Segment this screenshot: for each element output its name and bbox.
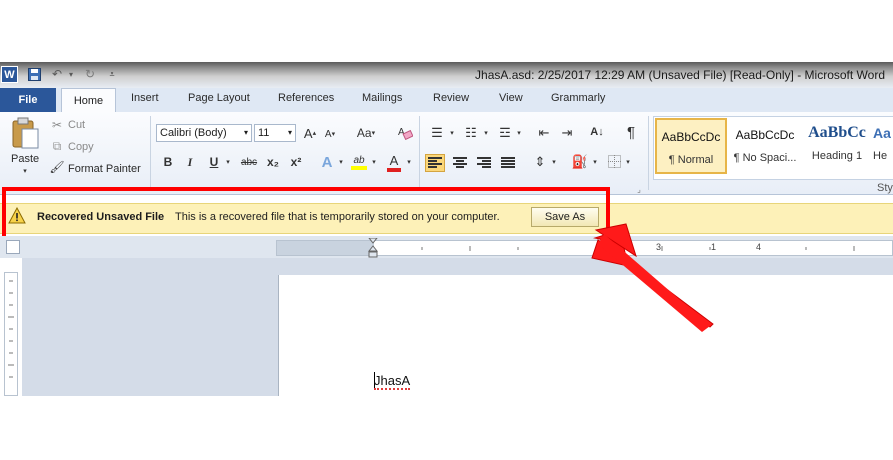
text-effects-icon[interactable]: A xyxy=(318,152,336,172)
vertical-ruler[interactable] xyxy=(4,272,18,396)
tab-home[interactable]: Home xyxy=(61,88,116,113)
style-no-spacing[interactable]: AaBbCcDc ¶ No Spaci... xyxy=(729,118,801,174)
bullets-icon[interactable]: ☰ xyxy=(428,124,446,142)
cut-button[interactable]: Cut xyxy=(68,119,85,131)
tab-page-layout[interactable]: Page Layout xyxy=(188,92,250,104)
underline-dropdown-icon[interactable]: ▾ xyxy=(224,157,232,167)
justify-icon[interactable] xyxy=(498,154,518,172)
borders-dropdown-icon[interactable]: ▾ xyxy=(624,157,632,167)
tab-insert[interactable]: Insert xyxy=(131,92,159,104)
style-sample: AaBbCcDc xyxy=(661,130,721,144)
change-case-label: Aa xyxy=(356,126,372,140)
undo-icon[interactable]: ↶ xyxy=(48,66,66,82)
chevron-down-icon[interactable]: ▾ xyxy=(244,125,248,141)
highlight-dropdown-icon[interactable]: ▾ xyxy=(370,157,378,167)
numbering-dropdown-icon[interactable]: ▾ xyxy=(482,128,490,138)
style-sample: AaBbCcDc xyxy=(735,128,795,142)
superscript-button[interactable]: x² xyxy=(287,153,305,171)
document-page[interactable] xyxy=(278,275,893,396)
tab-view[interactable]: View xyxy=(499,92,523,104)
shrink-font-label: A xyxy=(324,128,332,140)
grow-font-icon[interactable]: A ▴ xyxy=(302,124,318,142)
style-normal[interactable]: AaBbCcDc ¶ Normal xyxy=(655,118,727,174)
style-sample: AaBbCc xyxy=(808,124,866,141)
redo-icon[interactable]: ↻ xyxy=(82,66,98,82)
ruler-number: 4 xyxy=(756,242,762,252)
tab-mailings[interactable]: Mailings xyxy=(362,92,402,104)
italic-button[interactable]: I xyxy=(182,153,198,171)
document-text[interactable]: JhasA xyxy=(374,374,411,390)
font-name-combo[interactable]: Calibri (Body) ▾ xyxy=(156,124,252,142)
font-color-icon[interactable]: A xyxy=(386,151,402,173)
pilcrow-icon[interactable]: ¶ xyxy=(622,122,640,142)
style-name: ¶ No Spaci... xyxy=(733,152,797,164)
paste-dropdown-icon[interactable]: ▾ xyxy=(21,167,29,175)
bullets-dropdown-icon[interactable]: ▾ xyxy=(448,128,456,138)
multilevel-list-icon[interactable]: ☲ xyxy=(496,124,514,142)
borders-icon[interactable] xyxy=(606,153,622,169)
paragraph-dialog-launcher-icon[interactable]: ⌟ xyxy=(634,184,644,194)
line-spacing-icon[interactable]: ⇕ xyxy=(530,153,550,171)
shading-icon[interactable]: ⛽ xyxy=(570,152,590,172)
tab-references[interactable]: References xyxy=(278,92,334,104)
group-separator xyxy=(150,116,151,190)
group-separator xyxy=(419,116,420,190)
copy-button[interactable]: Copy xyxy=(68,141,94,153)
copy-icon[interactable]: ⧉ xyxy=(50,139,64,153)
tab-review[interactable]: Review xyxy=(433,92,469,104)
styles-group-label: Sty xyxy=(877,182,893,194)
indent-marker[interactable] xyxy=(367,237,379,258)
decrease-indent-icon[interactable]: ⇤ xyxy=(535,124,553,142)
word-app-icon[interactable]: W xyxy=(1,66,18,83)
font-name-value: Calibri (Body) xyxy=(160,127,227,139)
change-case-icon[interactable]: Aa ▾ xyxy=(354,124,378,142)
font-size-value: 11 xyxy=(258,127,270,139)
grow-font-label: A xyxy=(303,125,313,141)
multilevel-dropdown-icon[interactable]: ▾ xyxy=(515,128,523,138)
highlight-label: ab xyxy=(353,154,365,166)
tab-file[interactable]: File xyxy=(0,88,56,112)
shrink-font-icon[interactable]: A ▾ xyxy=(322,126,338,142)
underline-button[interactable]: U xyxy=(206,153,222,171)
style-heading-2[interactable]: Aa He xyxy=(873,118,893,174)
tab-selector[interactable] xyxy=(6,240,20,254)
highlight-icon[interactable]: ab xyxy=(350,152,368,172)
align-right-icon[interactable] xyxy=(474,154,494,172)
shading-dropdown-icon[interactable]: ▾ xyxy=(591,157,599,167)
style-name: ¶ Normal xyxy=(668,154,714,166)
increase-indent-icon[interactable]: ⇥ xyxy=(558,124,576,142)
format-painter-icon[interactable]: 🖌 xyxy=(49,160,64,174)
chevron-down-icon[interactable]: ▾ xyxy=(288,125,292,141)
scissors-icon[interactable]: ✂ xyxy=(50,118,64,132)
customize-toolbar-icon[interactable]: ⩡ xyxy=(106,66,118,82)
paste-icon[interactable] xyxy=(8,116,42,150)
undo-dropdown-icon[interactable]: ▾ xyxy=(67,66,75,82)
save-icon[interactable] xyxy=(26,66,42,82)
style-name: He xyxy=(873,150,888,162)
annotation-arrow xyxy=(591,223,714,332)
style-sample: Aa xyxy=(873,125,891,141)
window-title: JhasA.asd: 2/25/2017 12:29 AM (Unsaved F… xyxy=(475,68,885,82)
subscript-button[interactable]: x₂ xyxy=(264,153,282,171)
format-painter-button[interactable]: Format Painter xyxy=(68,163,141,175)
style-heading-1[interactable]: AaBbCc Heading 1 xyxy=(801,118,873,174)
text-effects-dropdown-icon[interactable]: ▾ xyxy=(337,157,345,167)
group-separator xyxy=(648,116,649,190)
clear-formatting-icon[interactable]: A xyxy=(396,123,414,141)
strikethrough-button[interactable]: abc xyxy=(238,153,260,171)
font-size-combo[interactable]: 11 ▾ xyxy=(254,124,296,142)
align-left-icon[interactable] xyxy=(425,154,445,172)
paste-button[interactable]: Paste xyxy=(11,153,39,165)
sort-icon[interactable]: A↓ xyxy=(588,122,606,142)
numbering-icon[interactable]: ☷ xyxy=(462,124,480,142)
font-color-label: A xyxy=(389,152,399,168)
line-spacing-dropdown-icon[interactable]: ▾ xyxy=(550,157,558,167)
font-color-dropdown-icon[interactable]: ▾ xyxy=(405,157,413,167)
align-center-icon[interactable] xyxy=(450,154,470,172)
style-name: Heading 1 xyxy=(811,150,863,162)
bold-button[interactable]: B xyxy=(160,153,176,171)
tab-grammarly[interactable]: Grammarly xyxy=(551,92,605,104)
